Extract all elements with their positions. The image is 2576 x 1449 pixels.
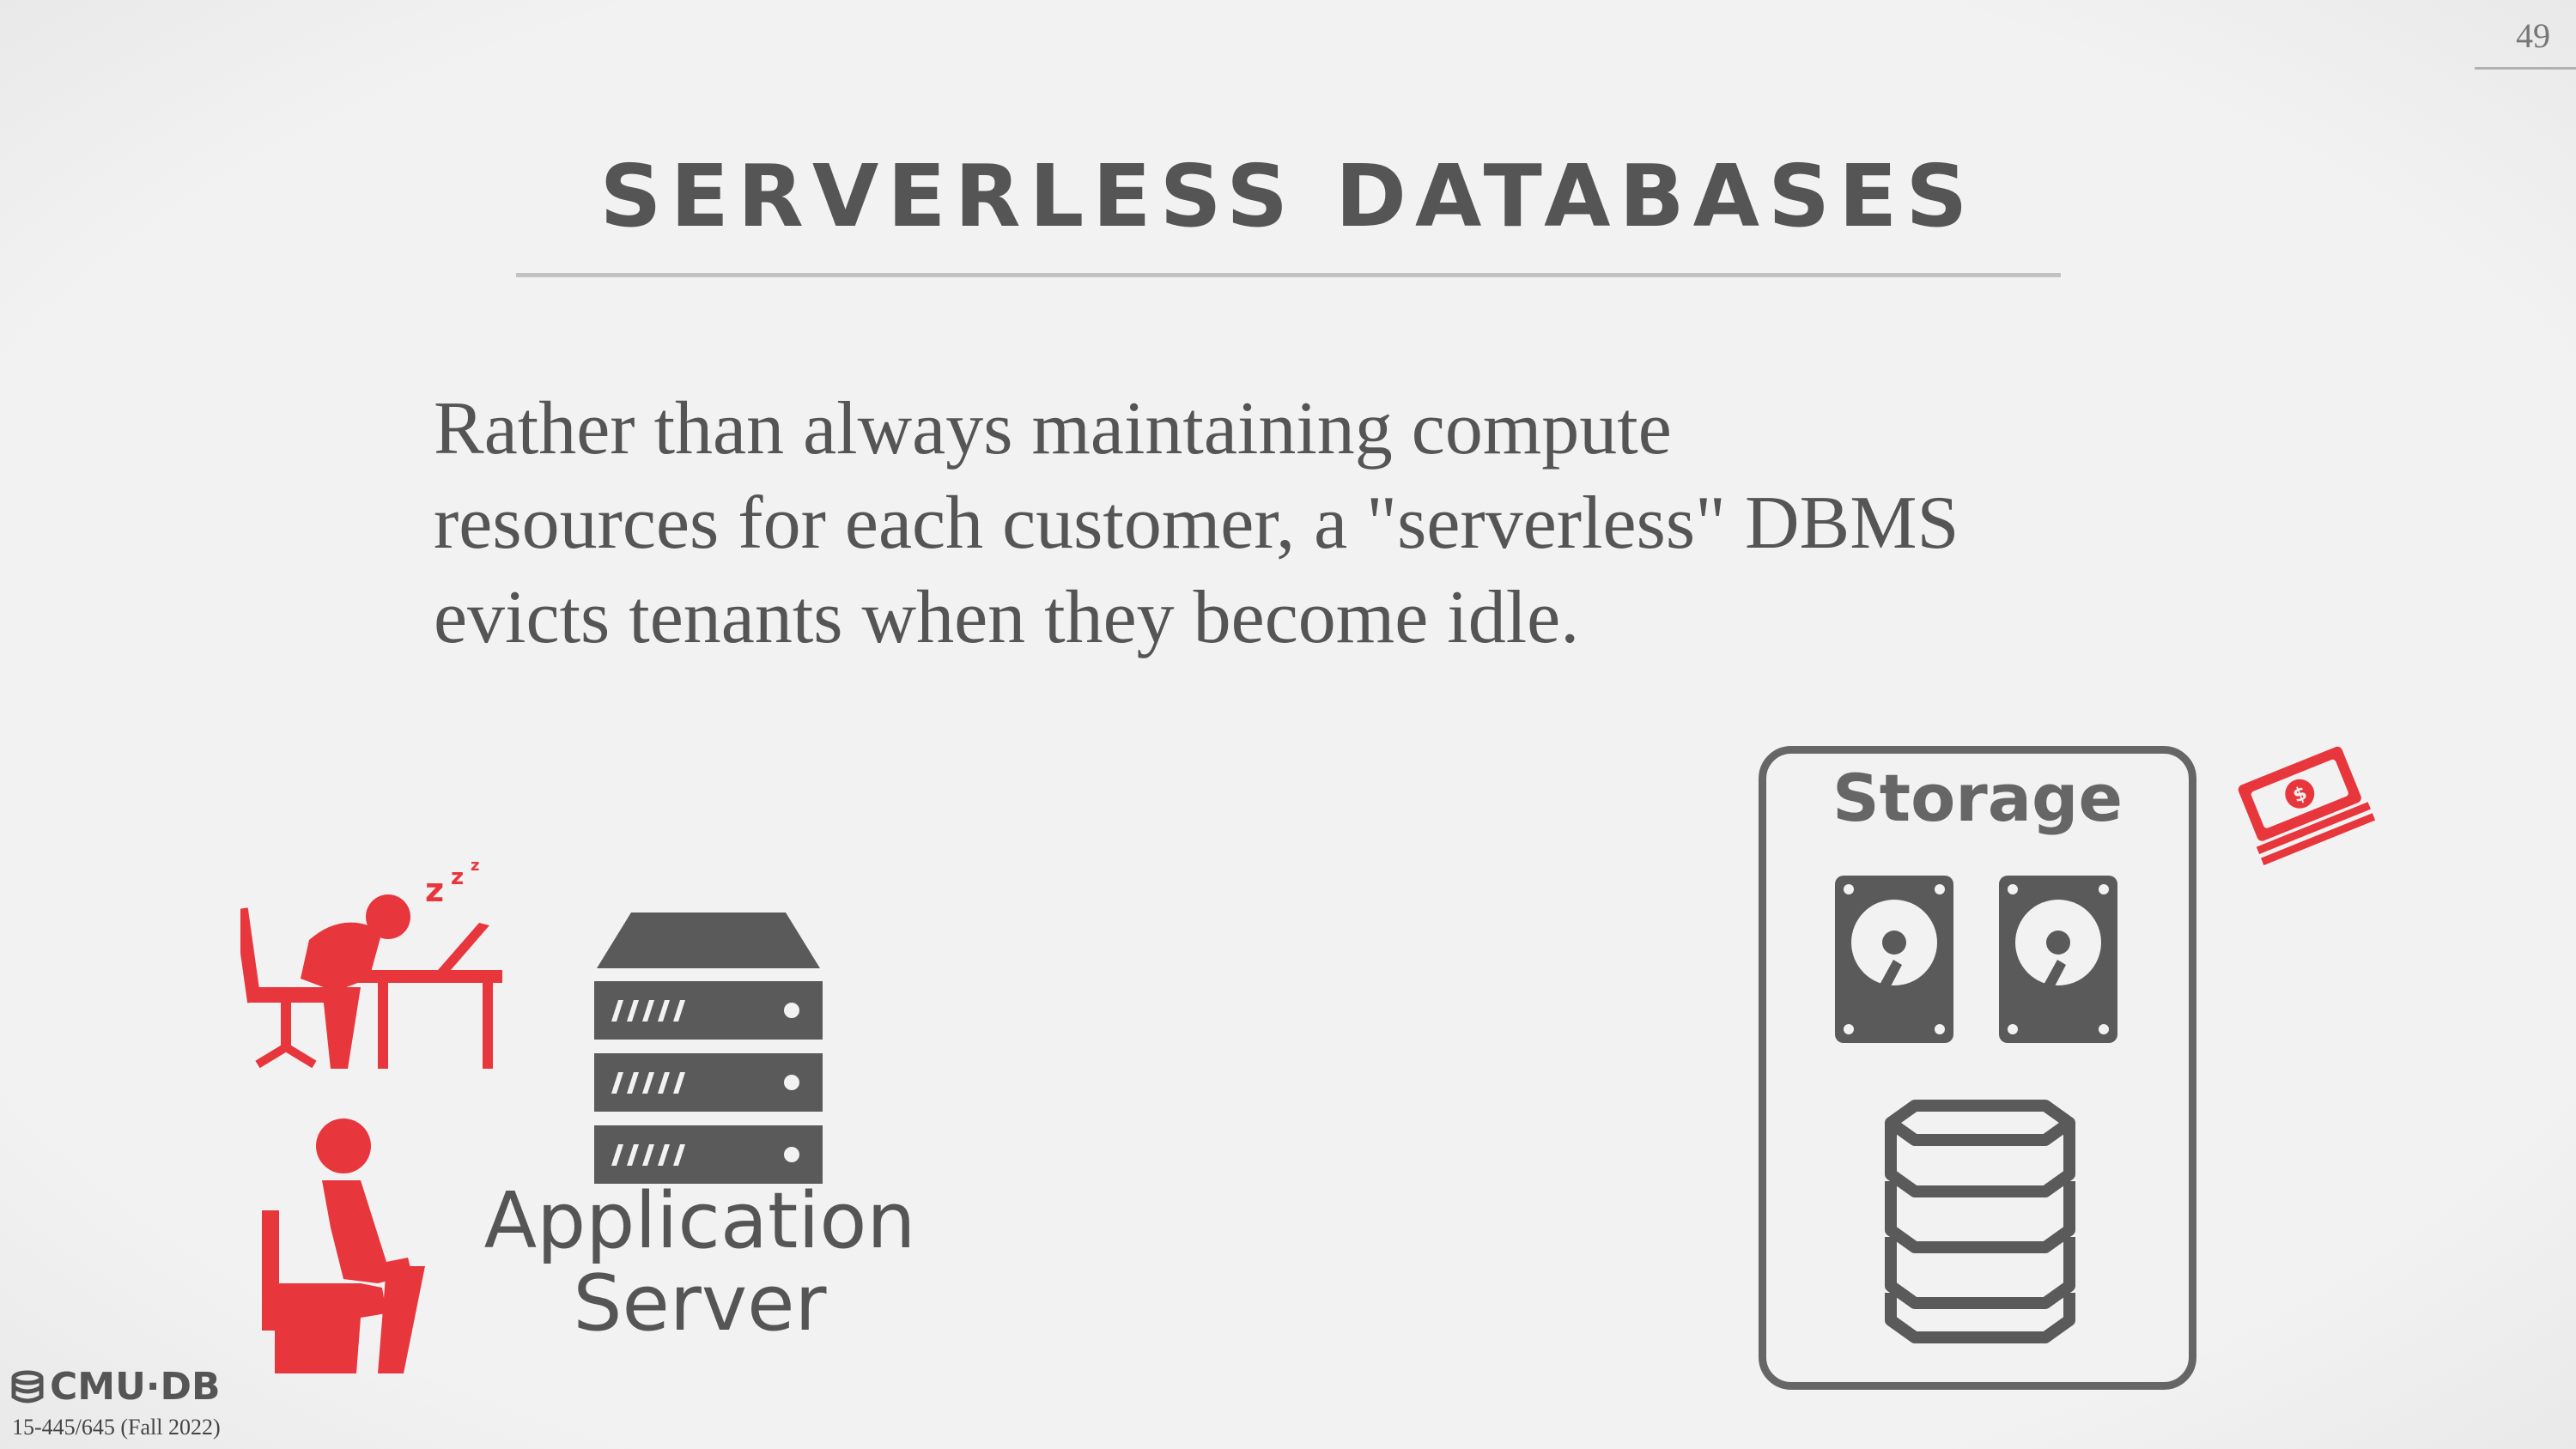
toilet-person-icon <box>262 1119 425 1373</box>
money-icon: $ <box>2238 746 2376 865</box>
logo-text: CMU·DB <box>50 1365 221 1409</box>
hard-drive-icon <box>1835 876 1953 1043</box>
body-line-1: Rather than always maintaining compute <box>434 387 1672 470</box>
page-number: 49 <box>2516 16 2550 55</box>
title-divider <box>516 273 2061 277</box>
server-rack-icon <box>594 912 823 1184</box>
database-logo-icon <box>11 1370 44 1403</box>
page-number-divider <box>2475 67 2576 70</box>
application-server-label-line1: Application <box>483 1176 916 1266</box>
application-server-label: Application Server <box>477 1180 923 1345</box>
application-server-label-line2: Server <box>573 1258 827 1349</box>
database-icon <box>1885 1100 2075 1343</box>
sleeping-worker-icon: z z z <box>240 857 502 1069</box>
body-paragraph: Rather than always maintaining compute r… <box>434 382 2194 665</box>
svg-text:z: z <box>451 864 464 890</box>
cmu-db-logo: CMU·DB <box>10 1365 221 1409</box>
hard-drive-icon <box>1999 876 2117 1043</box>
storage-label: Storage <box>1832 760 2123 836</box>
svg-text:z: z <box>425 871 444 909</box>
body-line-3: evicts tenants when they become idle. <box>434 576 1580 659</box>
slide-title: SERVERLESS DATABASES <box>599 146 1977 246</box>
svg-text:z: z <box>471 857 479 875</box>
body-line-2: resources for each customer, a "serverle… <box>434 482 1959 565</box>
course-label: 15-445/645 (Fall 2022) <box>12 1415 221 1440</box>
